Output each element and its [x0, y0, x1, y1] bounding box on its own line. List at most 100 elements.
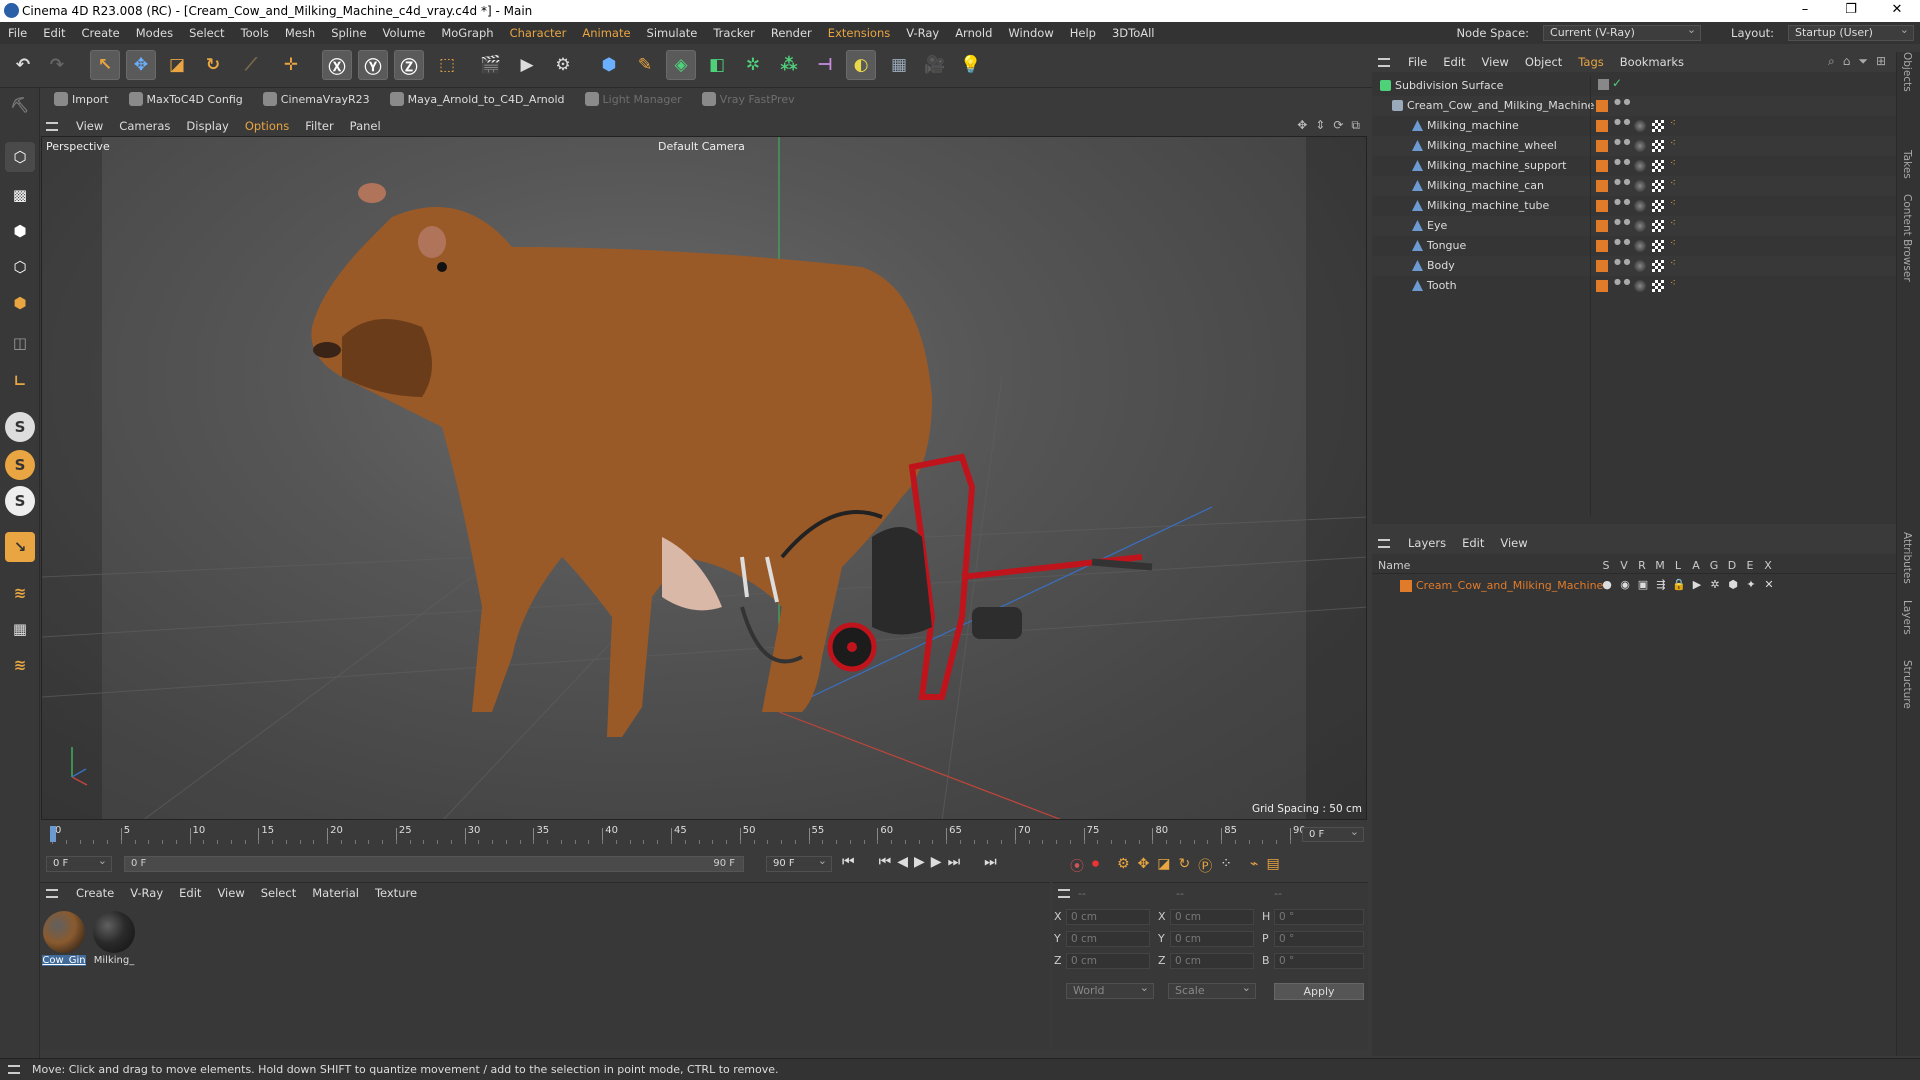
menu-3dtoall[interactable]: 3DToAll	[1104, 26, 1163, 40]
vray-tag-icon[interactable]: ⁖	[1670, 118, 1676, 129]
camera-icon[interactable]: 🎥	[920, 50, 950, 80]
layer-column-e[interactable]: E	[1741, 559, 1759, 572]
playhead-marker[interactable]	[50, 826, 56, 842]
expression-icon[interactable]: ✦	[1742, 578, 1760, 591]
locked-workplane-icon[interactable]: ≋	[5, 650, 35, 680]
side-tab-structure[interactable]: Structure	[1901, 660, 1913, 709]
previous-frame-icon[interactable]: ◀	[897, 854, 908, 870]
next-key-icon[interactable]: ⏭	[948, 854, 961, 870]
layer-color-swatch[interactable]	[1400, 580, 1412, 592]
uvw-tag-icon[interactable]	[1652, 120, 1664, 132]
material-swatch[interactable]: Milking_	[92, 911, 136, 966]
layer-color-tag[interactable]	[1596, 220, 1608, 232]
plugin-cinemavrayr23[interactable]: CinemaVrayR23	[253, 92, 380, 106]
material-tag-icon[interactable]	[1634, 140, 1646, 152]
layer-column-l[interactable]: L	[1669, 559, 1687, 572]
search-icon[interactable]: ⌕	[1828, 54, 1835, 69]
rotate-view-icon[interactable]: ⟳	[1333, 118, 1343, 133]
start-frame-field[interactable]: 0 F	[46, 854, 112, 872]
layer-menu-layers[interactable]: Layers	[1400, 536, 1454, 550]
close-button[interactable]: ✕	[1874, 0, 1920, 22]
coord-size-field[interactable]: 0 cm	[1170, 909, 1254, 925]
points-mode-icon[interactable]: ⬢	[5, 216, 35, 246]
object-row[interactable]: Tooth ● ● ⁖	[1372, 276, 1896, 296]
viewport-menu-display[interactable]: Display	[178, 119, 236, 133]
play-icon[interactable]: ▶	[914, 854, 925, 870]
scale-tool-icon[interactable]: ◪	[162, 50, 192, 80]
menu-character[interactable]: Character	[502, 26, 575, 40]
hamburger-icon[interactable]	[1378, 538, 1390, 548]
viewport-menu-options[interactable]: Options	[237, 119, 297, 133]
key-parameter-icon[interactable]: Ⓟ	[1198, 856, 1212, 876]
select-tool-icon[interactable]: ↖	[90, 50, 120, 80]
visibility-dots-icon[interactable]: ● ●	[1614, 238, 1631, 246]
key-scale-icon[interactable]: ◪	[1157, 856, 1170, 876]
coord-size-field[interactable]: 0 cm	[1170, 931, 1254, 947]
menu-render[interactable]: Render	[763, 26, 820, 40]
object-row[interactable]: Milking_machine_wheel ● ● ⁖	[1372, 136, 1896, 156]
material-tag-icon[interactable]	[1634, 220, 1646, 232]
hamburger-icon[interactable]	[1058, 889, 1070, 898]
enabled-check-icon[interactable]: ✓	[1612, 76, 1622, 90]
menu-help[interactable]: Help	[1062, 26, 1104, 40]
grid-icon[interactable]: ▦	[5, 614, 35, 644]
3d-viewport[interactable]: Perspective Default Camera Grid Spacing …	[41, 136, 1367, 820]
layout-select[interactable]: Startup (User)	[1788, 23, 1914, 41]
side-tab-objects[interactable]: Objects	[1901, 52, 1913, 92]
uvw-tag-icon[interactable]	[1652, 280, 1664, 292]
size-mode-select[interactable]: Scale	[1168, 981, 1256, 999]
light-icon[interactable]: 💡	[956, 50, 986, 80]
material-menu-view[interactable]: View	[209, 886, 252, 900]
material-menu-material[interactable]: Material	[304, 886, 367, 900]
menu-edit[interactable]: Edit	[35, 26, 73, 40]
key-position-icon[interactable]: ✥	[1138, 856, 1150, 876]
material-menu-texture[interactable]: Texture	[367, 886, 425, 900]
editor-toggle-icon[interactable]	[1598, 79, 1609, 90]
material-tag-icon[interactable]	[1634, 160, 1646, 172]
visible-eye-icon[interactable]: ◉	[1616, 578, 1634, 591]
object-row[interactable]: Subdivision Surface	[1372, 76, 1896, 96]
coord-rotation-field[interactable]: 0 °	[1274, 909, 1364, 925]
layer-color-tag[interactable]	[1596, 240, 1608, 252]
layer-column-m[interactable]: M	[1651, 559, 1669, 572]
render-icon[interactable]: ▣	[1634, 578, 1652, 591]
material-tag-icon[interactable]	[1634, 120, 1646, 132]
menu-animate[interactable]: Animate	[574, 26, 638, 40]
menu-create[interactable]: Create	[74, 26, 128, 40]
object-row[interactable]: Eye ● ● ⁖	[1372, 216, 1896, 236]
object-row[interactable]: Milking_machine_can ● ● ⁖	[1372, 176, 1896, 196]
deformer-icon[interactable]: ⬢	[1724, 578, 1742, 591]
create-object-icon[interactable]: ✛	[276, 50, 306, 80]
make-editable-icon[interactable]: ⛏	[5, 90, 35, 120]
floor-icon[interactable]: ▦	[884, 50, 914, 80]
side-tab-takes[interactable]: Takes	[1901, 150, 1913, 179]
uvw-tag-icon[interactable]	[1652, 140, 1664, 152]
uvw-tag-icon[interactable]	[1652, 240, 1664, 252]
layer-menu-edit[interactable]: Edit	[1454, 536, 1492, 550]
next-frame-icon[interactable]: ▶	[931, 854, 942, 870]
menu-select[interactable]: Select	[181, 26, 232, 40]
pan-view-icon[interactable]: ✥	[1297, 118, 1307, 133]
go-to-start-icon[interactable]: ⏮	[842, 854, 855, 870]
layer-color-tag[interactable]	[1596, 280, 1608, 292]
visibility-dots-icon[interactable]: ● ●	[1614, 218, 1631, 226]
layer-color-tag[interactable]	[1596, 160, 1608, 172]
object-menu-bookmarks[interactable]: Bookmarks	[1612, 55, 1692, 69]
layer-column-g[interactable]: G	[1705, 559, 1723, 572]
vray-tag-icon[interactable]: ⁖	[1670, 218, 1676, 229]
autokey-icon[interactable]: ⏺	[1092, 856, 1099, 876]
material-menu-select[interactable]: Select	[253, 886, 304, 900]
redo-icon[interactable]: ↷	[42, 50, 72, 80]
visibility-dots-icon[interactable]: ● ●	[1614, 178, 1631, 186]
node-space-select[interactable]: Current (V-Ray)	[1543, 23, 1702, 41]
material-menu-v-ray[interactable]: V-Ray	[122, 886, 171, 900]
new-window-icon[interactable]: ⊞	[1876, 54, 1886, 69]
object-row[interactable]: Milking_machine ● ● ⁖	[1372, 116, 1896, 136]
render-view-icon[interactable]: 🎬	[476, 50, 506, 80]
uvw-tag-icon[interactable]	[1652, 160, 1664, 172]
layer-column-x[interactable]: X	[1759, 559, 1777, 572]
coord-position-field[interactable]: 0 cm	[1066, 931, 1150, 947]
record-icon[interactable]: ⦿	[1070, 856, 1084, 876]
object-menu-view[interactable]: View	[1474, 55, 1517, 69]
uvw-tag-icon[interactable]	[1652, 220, 1664, 232]
